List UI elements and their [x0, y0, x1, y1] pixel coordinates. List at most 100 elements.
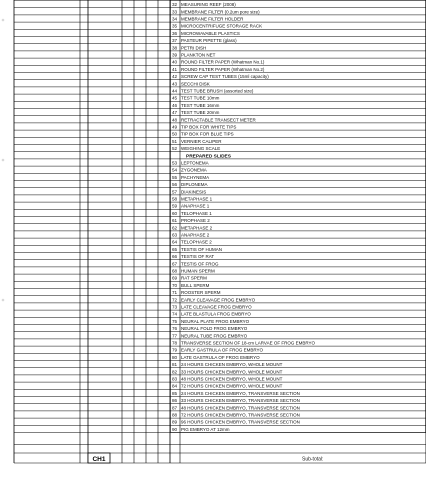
item-number: 69 — [172, 276, 178, 281]
item-number: 80 — [172, 355, 178, 360]
table-row: 90 PIG EMBRYO AT 12mm — [172, 427, 230, 432]
item-description: TESTIS OF HUMAN — [181, 247, 222, 252]
table-row: 74 LATE BLASTULA FROG EMBRYO — [172, 312, 251, 317]
item-number: 81 — [172, 362, 178, 367]
table-row: 66 TESTIS OF RAT — [172, 254, 214, 259]
item-description: TELOPHASE 2 — [181, 240, 212, 245]
item-description: METAPHASE 2 — [181, 225, 213, 230]
item-description: TEST TUBE 16mm — [181, 103, 220, 108]
inventory-sheet: 32 MEASURING REEF (2008)33 MEMBRANE FILTER… — [1, 0, 426, 464]
item-description: ANAPHASE 2 — [181, 233, 210, 238]
item-description: TRANSVERSE SECTION OF 18-cm LARVAE OF FR… — [181, 341, 316, 346]
item-number: 73 — [172, 305, 178, 310]
table-rows: 32 MEASURING REEF (2008)33 MEMBRANE FILTER… — [172, 2, 316, 432]
section-heading: PREPARED SLIDES — [186, 153, 232, 159]
item-number: 82 — [172, 369, 178, 374]
item-number: 49 — [172, 125, 178, 130]
item-description: PIG EMBRYO AT 12mm — [181, 427, 230, 432]
table-row: 53 LEPTONEMA — [172, 161, 209, 166]
item-number: 72 — [172, 297, 178, 302]
item-number: 65 — [172, 247, 178, 252]
item-description: 24 HOURS CHICKEN EMBRYO, TRANSVERSE SECT… — [181, 391, 300, 396]
item-number: 46 — [172, 103, 178, 108]
table-row: 72 EARLY CLEAVAGE FROG EMBRYO — [172, 297, 256, 302]
item-description: METAPHASE 1 — [181, 197, 213, 202]
item-description: TEST TUBE 10mm — [181, 96, 220, 101]
item-number: 54 — [172, 168, 178, 173]
table-row: 82 33 HOURS CHICKEN EMBRYO, WHOLE MOUNT — [172, 369, 283, 374]
table-row: 84 72 HOURS CHICKEN EMBRYO, WHOLE MOUNT — [172, 384, 283, 389]
item-number: 84 — [172, 384, 178, 389]
table-row: 58 METAPHASE 1 — [172, 197, 213, 202]
item-number: 52 — [172, 146, 178, 151]
subtotal-label: Sub-total: — [302, 457, 323, 463]
item-description: ZYGONEMA — [181, 168, 207, 173]
item-number: 71 — [172, 290, 178, 295]
item-description: MICROCENTRIFUGE STORAGE RACK — [181, 24, 262, 29]
table-row: 81 24 HOURS CHICKEN EMBRYO, WHOLE MOUNT — [172, 362, 283, 367]
table-row: 83 48 HOURS CHICKEN EMBRYO, WHOLE MOUNT — [172, 377, 283, 382]
table-row: 60 TELOPHASE 1 — [172, 211, 212, 216]
item-description: TEST TUBE BRUSH (assorted size) — [181, 89, 254, 94]
item-description: 48 HOURS CHICKEN EMBRYO, WHOLE MOUNT — [181, 377, 283, 382]
item-number: 38 — [172, 45, 178, 50]
item-description: ANAPHASE 1 — [181, 204, 210, 209]
item-description: 72 HOURS CHICKEN EMBRYO, WHOLE MOUNT — [181, 384, 283, 389]
table-row: 47 TEST TUBE 20mm — [172, 110, 220, 115]
item-number: 58 — [172, 197, 178, 202]
table-row: 49 TIP BOX FOR WHITE TIPS — [172, 125, 236, 130]
item-number: 50 — [172, 132, 178, 137]
item-number: 55 — [172, 175, 178, 180]
table-row: 34 MEMBRANE FILTER HOLDER — [172, 17, 244, 22]
item-description: DIAKINESIS — [181, 189, 206, 194]
table-row: 71 ROOSTER SPERM — [172, 290, 221, 295]
item-description: NEURAL FOLD FROG EMBRYO — [181, 326, 248, 331]
item-number: 61 — [172, 218, 178, 223]
item-number: 40 — [172, 60, 178, 65]
table-row: 62 METAPHASE 2 — [172, 225, 213, 230]
item-description: TESTIS OF RAT — [181, 254, 214, 259]
item-number: 63 — [172, 233, 178, 238]
table-row: 38 PETRI DISH — [172, 45, 206, 50]
item-number: 35 — [172, 24, 178, 29]
table-row: 36 MICROWAVABLE PLASTICS — [172, 31, 240, 36]
item-description: TEST TUBE 20mm — [181, 110, 220, 115]
table-row: 65 TESTIS OF HUMAN — [172, 247, 222, 252]
item-description: 48 HOURS CHICKEN EMBRYO, TRANSVERSE SECT… — [181, 405, 300, 410]
binding-hole — [1, 18, 5, 22]
table-row: 43 SECCHI DISK — [172, 81, 210, 86]
item-number: 45 — [172, 96, 178, 101]
table-row: 42 SCREW CAP TEST TUBES (15ml capacity) — [172, 74, 269, 79]
item-description: LEPTONEMA — [181, 161, 209, 166]
table-row: 73 LATE CLEAVAGE FROG EMBRYO — [172, 305, 252, 310]
item-number: 79 — [172, 348, 178, 353]
item-description: ROOSTER SPERM — [181, 290, 221, 295]
table-row: 69 RAT SPERM — [172, 276, 207, 281]
item-number: 85 — [172, 391, 178, 396]
table-row: 88 72 HOURS CHICKEN EMBRYO, TRANSVERSE SE… — [172, 413, 300, 418]
item-description: ROUND FILTER PAPER (Whatman No.2) — [181, 67, 265, 72]
item-description: 96 HOURS CHICKEN EMBRYO, TRANSVERSE SECT… — [181, 420, 300, 425]
table-row: 56 DIPLONEMA — [172, 182, 208, 187]
item-number: 76 — [172, 326, 178, 331]
item-number: 70 — [172, 283, 178, 288]
footer-code: CH1 — [92, 456, 105, 463]
item-number: 34 — [172, 17, 178, 22]
binding-hole — [1, 298, 5, 302]
table-row: 59 ANAPHASE 1 — [172, 204, 210, 209]
item-description: TIP BOX FOR WHITE TIPS — [181, 125, 236, 130]
table-row: 55 PACHYNEMA — [172, 175, 209, 180]
table-row: 70 BULL SPERM — [172, 283, 210, 288]
table-row: 45 TEST TUBE 10mm — [172, 96, 220, 101]
table-row: 39 PLANKTON NET — [172, 53, 216, 58]
item-number: 36 — [172, 31, 178, 36]
item-description: WEIGHING SCALE — [181, 146, 220, 151]
table-row: 64 TELOPHASE 2 — [172, 240, 212, 245]
item-number: 78 — [172, 341, 178, 346]
section-heading-row: PREPARED SLIDES — [186, 153, 232, 159]
item-number: 66 — [172, 254, 178, 259]
item-description: MEMBRANE FILTER (0.2um pore size) — [181, 9, 260, 14]
item-number: 39 — [172, 53, 178, 58]
item-description: 33 HOURS CHICKEN EMBRYO, WHOLE MOUNT — [181, 369, 283, 374]
item-number: 48 — [172, 117, 178, 122]
